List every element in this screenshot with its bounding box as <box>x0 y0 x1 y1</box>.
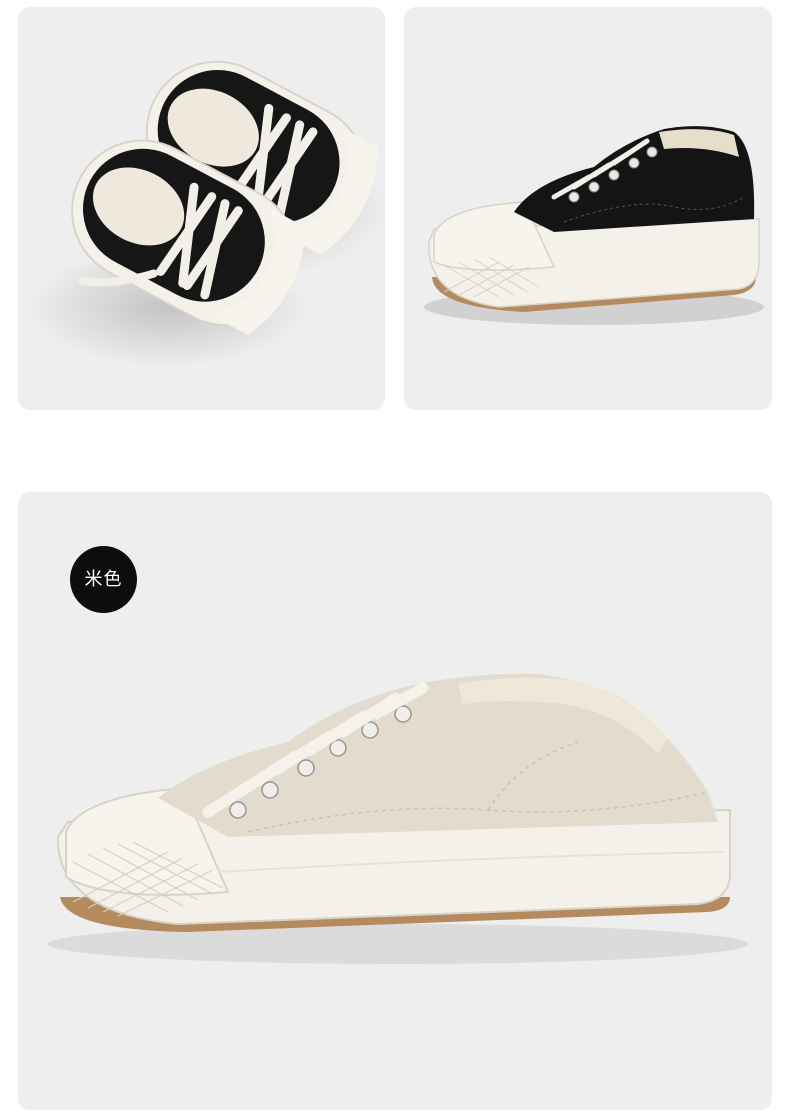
black-sneaker-side-image <box>424 126 764 325</box>
black-sneaker-side-view-card <box>404 7 772 410</box>
product-detail-page: EI YUE EI YUE 米色 <box>0 0 790 1115</box>
black-sneakers-pair-image: EI YUE EI YUE <box>28 60 385 367</box>
beige-sneaker-card: 米色 <box>18 492 772 1110</box>
color-label-badge: 米色 <box>70 546 137 613</box>
black-sneakers-top-view-card: EI YUE EI YUE <box>18 7 385 410</box>
